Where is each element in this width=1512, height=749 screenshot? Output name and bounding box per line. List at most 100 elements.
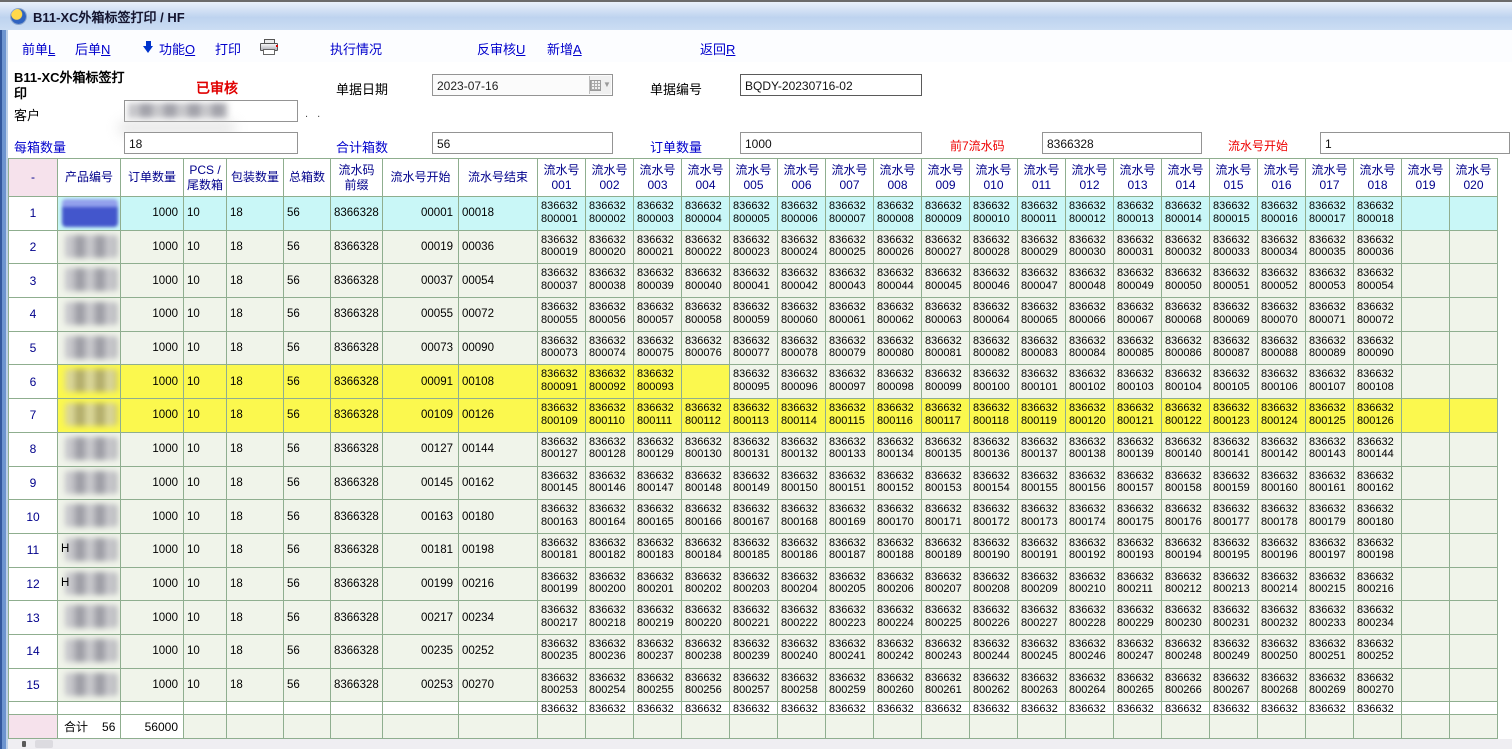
cell-total-boxes[interactable]: 56	[284, 534, 331, 568]
total-boxes-field[interactable]: 56	[432, 132, 613, 154]
cell-serial-003[interactable]: 836632 800255	[634, 669, 682, 703]
cell-serial-012[interactable]: 836632 800012	[1066, 197, 1114, 231]
cell-serial-018[interactable]: 836632 800198	[1354, 534, 1402, 568]
cell-order-qty[interactable]: 1000	[121, 298, 184, 332]
cell-row-number[interactable]: 10	[9, 500, 58, 534]
cell-row-number[interactable]: 12	[9, 568, 58, 602]
cell-serial-007[interactable]: 836632 800223	[826, 601, 874, 635]
cell-total-boxes[interactable]: 56	[284, 231, 331, 265]
cell-serial-011[interactable]: 836632 800047	[1018, 264, 1066, 298]
cell-serial-017[interactable]: 836632 800107	[1306, 365, 1354, 399]
cell-serial-prefix[interactable]: 8366328	[331, 534, 383, 568]
qty-per-box-field[interactable]: 18	[124, 132, 298, 154]
cell-row-number[interactable]: 6	[9, 365, 58, 399]
cell-serial-017[interactable]: 836632 800089	[1306, 332, 1354, 366]
cell-serial-002[interactable]: 836632 800074	[586, 332, 634, 366]
cell-serial-004[interactable]: 836632 800202	[682, 568, 730, 602]
cell-pack-qty[interactable]: 18	[227, 197, 284, 231]
cell-serial-020[interactable]	[1450, 568, 1498, 602]
doc-date-field[interactable]: 2023-07-16 ▼	[432, 74, 613, 96]
cell-serial-014[interactable]: 836632 800266	[1162, 669, 1210, 703]
cell-serial-019[interactable]	[1402, 332, 1450, 366]
cell-order-qty[interactable]: 1000	[121, 264, 184, 298]
cell-serial-014[interactable]: 836632 800050	[1162, 264, 1210, 298]
cell-serial-014[interactable]: 836632 800230	[1162, 601, 1210, 635]
cell-total-boxes[interactable]: 56	[284, 467, 331, 501]
cell-serial-018[interactable]: 836632 800018	[1354, 197, 1402, 231]
cell-pcs-tail-box[interactable]: 10	[184, 635, 227, 669]
cell-serial-001[interactable]: 836632 800199	[538, 568, 586, 602]
cell-serial-prefix[interactable]: 8366328	[331, 264, 383, 298]
cell-serial-007[interactable]: 836632 800151	[826, 467, 874, 501]
cell-serial-004[interactable]: 836632 800130	[682, 433, 730, 467]
cell-order-qty[interactable]: 1000	[121, 399, 184, 433]
cell-serial-010[interactable]: 836632 800154	[970, 467, 1018, 501]
cell-product-code[interactable]	[58, 264, 121, 298]
cell-product-code[interactable]	[58, 231, 121, 265]
cell-serial-016[interactable]: 836632 800124	[1258, 399, 1306, 433]
cell-product-code[interactable]	[58, 669, 121, 703]
cell-serial-018[interactable]: 836632 800180	[1354, 500, 1402, 534]
cell-serial-011[interactable]: 836632 800065	[1018, 298, 1066, 332]
cell-serial-012[interactable]: 836632 800174	[1066, 500, 1114, 534]
cell-serial-end[interactable]: 00162	[459, 467, 538, 501]
cell-serial-009[interactable]: 836632 800135	[922, 433, 970, 467]
cell-serial-002[interactable]: 836632 800092	[586, 365, 634, 399]
cell-serial-016[interactable]: 836632 800160	[1258, 467, 1306, 501]
cell-serial-019[interactable]	[1402, 433, 1450, 467]
cell-serial-start[interactable]: 00127	[383, 433, 459, 467]
cell-serial-018[interactable]: 836632 800252	[1354, 635, 1402, 669]
cell-serial-014[interactable]: 836632 800140	[1162, 433, 1210, 467]
cell-serial-end[interactable]: 00252	[459, 635, 538, 669]
cell-serial-010[interactable]: 836632 800028	[970, 231, 1018, 265]
cell-pack-qty[interactable]: 18	[227, 500, 284, 534]
cell-serial-009[interactable]: 836632 800153	[922, 467, 970, 501]
cell-product-code[interactable]	[58, 467, 121, 501]
cell-serial-019[interactable]	[1402, 365, 1450, 399]
cell-serial-014[interactable]: 836632 800122	[1162, 399, 1210, 433]
cell-serial-011[interactable]: 836632 800209	[1018, 568, 1066, 602]
cell-serial-010[interactable]: 836632 800172	[970, 500, 1018, 534]
cell-serial-005[interactable]: 836632 800239	[730, 635, 778, 669]
cell-serial-017[interactable]: 836632 800053	[1306, 264, 1354, 298]
cell-total-boxes[interactable]: 56	[284, 669, 331, 703]
cell-serial-008[interactable]: 836632 800242	[874, 635, 922, 669]
cell-product-code[interactable]	[58, 197, 121, 231]
cell-product-code[interactable]	[58, 298, 121, 332]
cell-serial-017[interactable]: 836632 800017	[1306, 197, 1354, 231]
cell-serial-009[interactable]: 836632 800189	[922, 534, 970, 568]
next-doc-button[interactable]: 后单N	[75, 39, 110, 58]
cell-pack-qty[interactable]: 18	[227, 433, 284, 467]
cell-serial-start[interactable]: 00145	[383, 467, 459, 501]
cell-serial-020[interactable]	[1450, 534, 1498, 568]
cell-serial-017[interactable]: 836632 800179	[1306, 500, 1354, 534]
cell-serial-015[interactable]: 836632 800177	[1210, 500, 1258, 534]
cell-serial-004[interactable]: 836632 800184	[682, 534, 730, 568]
cell-serial-003[interactable]: 836632 800219	[634, 601, 682, 635]
cell-row-number[interactable]: 7	[9, 399, 58, 433]
cell-serial-start[interactable]: 00091	[383, 365, 459, 399]
cell-serial-012[interactable]: 836632 800084	[1066, 332, 1114, 366]
cell-serial-002[interactable]: 836632 800128	[586, 433, 634, 467]
cell-row-number[interactable]: 15	[9, 669, 58, 703]
cell-serial-005[interactable]: 836632 800257	[730, 669, 778, 703]
cell-serial-020[interactable]	[1450, 365, 1498, 399]
cell-serial-008[interactable]: 836632 800026	[874, 231, 922, 265]
cell-serial-007[interactable]: 836632 800241	[826, 635, 874, 669]
cell-serial-010[interactable]: 836632 800262	[970, 669, 1018, 703]
cell-serial-019[interactable]	[1402, 197, 1450, 231]
cell-serial-018[interactable]: 836632 800036	[1354, 231, 1402, 265]
cell-serial-014[interactable]: 836632 800248	[1162, 635, 1210, 669]
cell-serial-018[interactable]: 836632 800234	[1354, 601, 1402, 635]
cell-total-boxes[interactable]: 56	[284, 298, 331, 332]
cell-serial-start[interactable]: 00199	[383, 568, 459, 602]
cell-serial-012[interactable]: 836632 800048	[1066, 264, 1114, 298]
cell-serial-002[interactable]: 836632 800218	[586, 601, 634, 635]
cell-serial-014[interactable]: 836632 800068	[1162, 298, 1210, 332]
cell-serial-014[interactable]: 836632 800158	[1162, 467, 1210, 501]
cell-serial-017[interactable]: 836632 800143	[1306, 433, 1354, 467]
cell-serial-018[interactable]: 836632 800072	[1354, 298, 1402, 332]
cell-serial-020[interactable]	[1450, 467, 1498, 501]
cell-serial-001[interactable]: 836632 800037	[538, 264, 586, 298]
cell-serial-020[interactable]	[1450, 601, 1498, 635]
